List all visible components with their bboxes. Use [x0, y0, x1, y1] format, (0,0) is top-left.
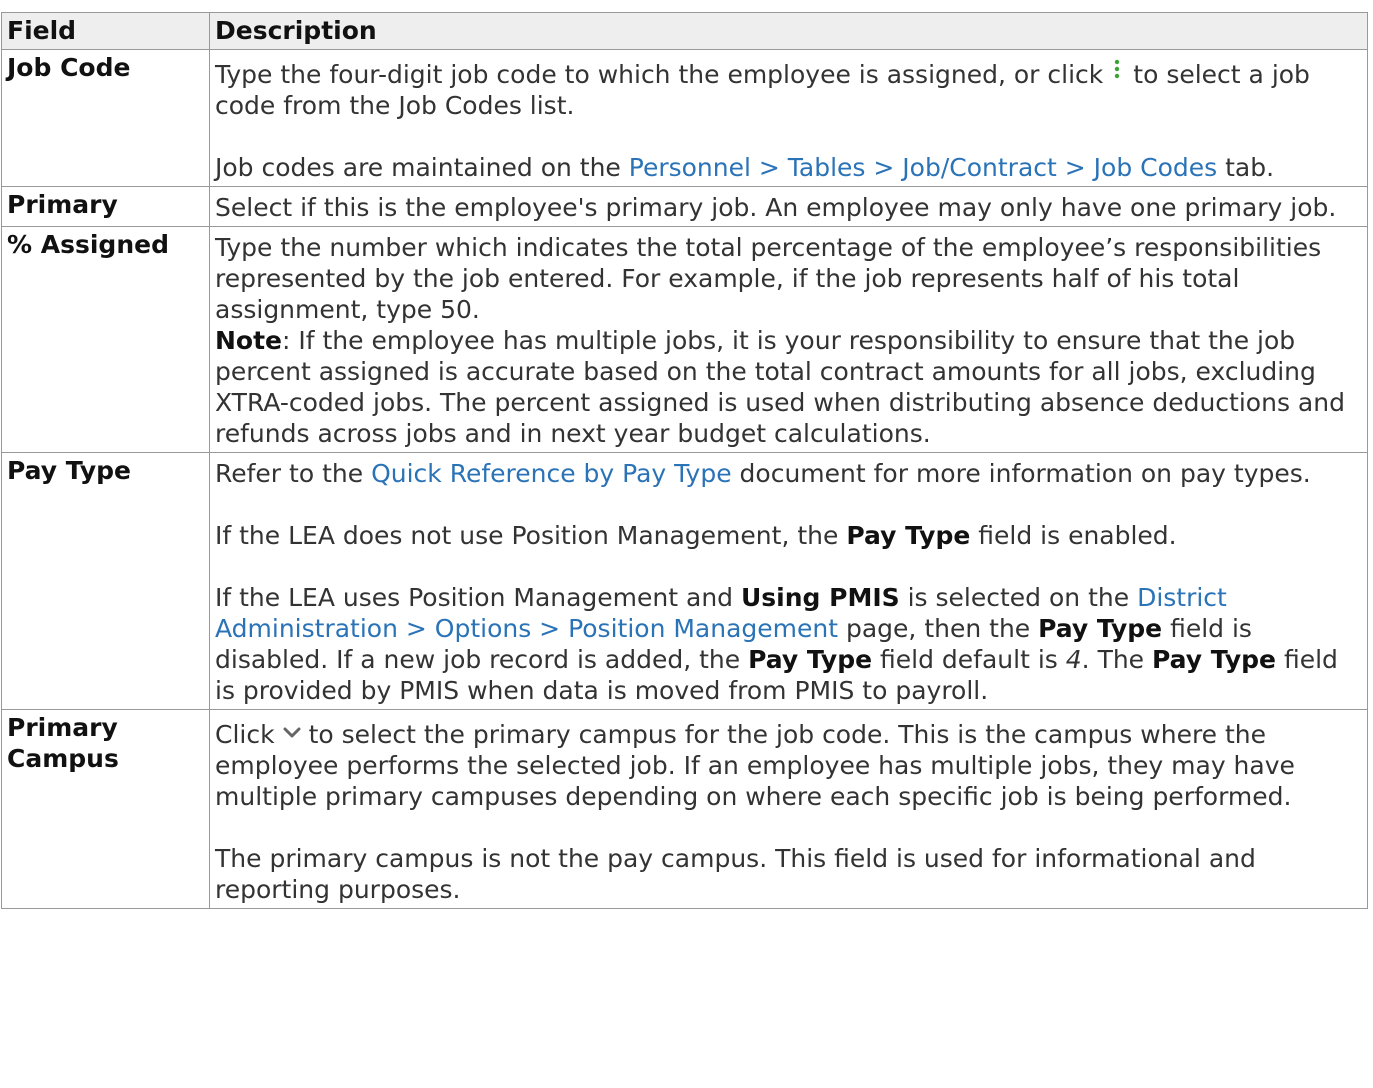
text: : If the employee has multiple jobs, it …: [215, 326, 1345, 448]
text: field is enabled.: [970, 521, 1177, 550]
text: page, then the: [838, 614, 1039, 643]
chevron-down-icon[interactable]: [283, 715, 301, 738]
paragraph: Click to select the primary campus for th…: [215, 715, 1362, 812]
paragraph: The primary campus is not the pay campus…: [215, 844, 1256, 904]
paragraph: Type the four-digit job code to which th…: [215, 55, 1362, 121]
kebab-menu-icon[interactable]: [1113, 55, 1121, 79]
description-primary: Select if this is the employee's primary…: [209, 186, 1368, 227]
table-row: Primary Select if this is the employee's…: [1, 186, 1368, 227]
table-row: Primary Campus Click to select the primar…: [1, 709, 1368, 909]
note-label: Note: [215, 326, 283, 355]
field-name-percent-assigned: % Assigned: [1, 226, 210, 453]
field-name-job-code: Job Code: [1, 49, 210, 187]
paragraph: Select if this is the employee's primary…: [215, 193, 1337, 222]
text: Click: [215, 720, 275, 749]
quick-reference-link[interactable]: Quick Reference by Pay Type: [371, 459, 732, 488]
paragraph: Refer to the Quick Reference by Pay Type…: [215, 458, 1362, 489]
text: Refer to the: [215, 459, 372, 488]
note-paragraph: Note: If the employee has multiple jobs,…: [215, 325, 1362, 449]
text: If the LEA uses Position Management and: [215, 583, 741, 612]
header-field: Field: [1, 12, 210, 50]
italic-text: 4: [1065, 645, 1082, 674]
description-primary-campus: Click to select the primary campus for th…: [209, 709, 1368, 909]
paragraph: Type the number which indicates the tota…: [215, 233, 1322, 324]
paragraph: If the LEA uses Position Management and …: [215, 582, 1362, 706]
text: document for more information on pay typ…: [731, 459, 1311, 488]
field-name-primary: Primary: [1, 186, 210, 227]
job-codes-link[interactable]: Personnel > Tables > Job/Contract > Job …: [629, 153, 1217, 182]
text: Type the four-digit job code to which th…: [215, 60, 1104, 89]
text: field default is: [872, 645, 1066, 674]
table-row: % Assigned Type the number which indicat…: [1, 226, 1368, 453]
text: tab.: [1217, 153, 1275, 182]
description-pay-type: Refer to the Quick Reference by Pay Type…: [209, 452, 1368, 710]
text: is selected on the: [899, 583, 1138, 612]
bold-text: Pay Type: [1038, 614, 1163, 643]
text: . The: [1081, 645, 1153, 674]
bold-text: Pay Type: [846, 521, 971, 550]
field-name-primary-campus: Primary Campus: [1, 709, 210, 909]
header-description: Description: [209, 12, 1368, 50]
table-header-row: Field Description: [1, 12, 1368, 50]
paragraph: Job codes are maintained on the Personne…: [215, 152, 1362, 183]
text: If the LEA does not use Position Managem…: [215, 521, 847, 550]
bold-text: Using PMIS: [741, 583, 900, 612]
table-row: Pay Type Refer to the Quick Reference by…: [1, 452, 1368, 710]
text: Job codes are maintained on the: [215, 153, 629, 182]
text: to select the primary campus for the job…: [215, 720, 1295, 811]
bold-text: Pay Type: [1152, 645, 1277, 674]
bold-text: Pay Type: [748, 645, 873, 674]
field-name-pay-type: Pay Type: [1, 452, 210, 710]
table-row: Job Code Type the four-digit job code to…: [1, 49, 1368, 187]
description-job-code: Type the four-digit job code to which th…: [209, 49, 1368, 187]
field-description-table: Field Description Job Code Type the four…: [1, 12, 1368, 909]
description-percent-assigned: Type the number which indicates the tota…: [209, 226, 1368, 453]
paragraph: If the LEA does not use Position Managem…: [215, 520, 1362, 551]
